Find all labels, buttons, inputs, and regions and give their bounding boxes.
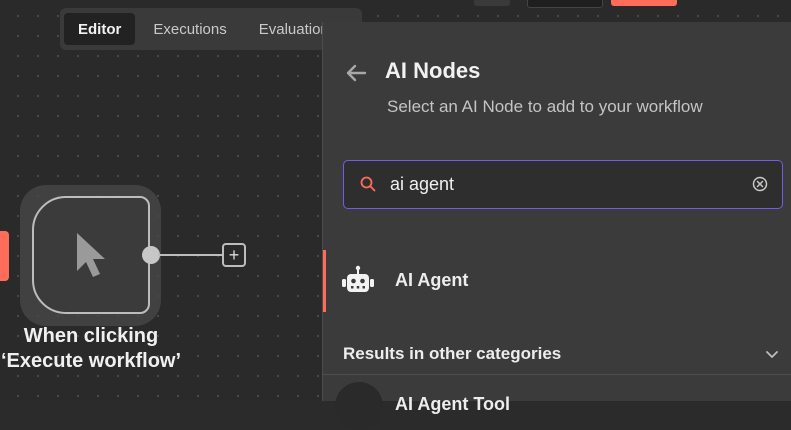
panel-subtitle: Select an AI Node to add to your workflo… <box>387 97 703 116</box>
manual-trigger-node[interactable] <box>32 196 150 314</box>
toolbar-control[interactable] <box>527 0 603 8</box>
tab-executions[interactable]: Executions <box>139 13 240 45</box>
chevron-down-icon <box>766 351 778 358</box>
robot-icon <box>335 382 383 430</box>
search-box <box>343 160 783 209</box>
clear-search-icon[interactable] <box>751 175 769 193</box>
search-icon <box>360 176 376 192</box>
toolbar-control[interactable] <box>474 0 510 6</box>
view-tabs: Editor Executions Evaluations <box>60 8 362 50</box>
node-creator-panel: AI Nodes Select an AI Node to add to you… <box>322 22 791 430</box>
other-categories-header[interactable]: Results in other categories <box>323 336 791 375</box>
result-item-ai-agent-tool[interactable]: AI Agent Tool <box>323 378 791 430</box>
result-item-ai-agent[interactable]: AI Agent <box>323 250 791 312</box>
result-item-label: AI Agent <box>395 270 469 290</box>
search-input[interactable] <box>390 161 730 208</box>
selected-indicator <box>323 250 326 312</box>
result-item-label: AI Agent Tool <box>395 394 510 414</box>
connection-line <box>158 254 222 256</box>
section-heading: Results in other categories <box>343 344 562 363</box>
panel-title: AI Nodes <box>385 58 481 83</box>
tab-editor[interactable]: Editor <box>64 13 136 45</box>
cursor-pointer-icon <box>77 233 105 277</box>
toolbar-primary-button[interactable] <box>611 0 677 6</box>
trigger-node-label: When clicking ‘Execute workflow’ <box>0 325 182 372</box>
adjacent-node-edge[interactable] <box>0 231 9 281</box>
robot-icon <box>342 265 374 292</box>
add-node-button[interactable]: + <box>222 243 246 267</box>
back-arrow-icon[interactable] <box>343 60 369 86</box>
